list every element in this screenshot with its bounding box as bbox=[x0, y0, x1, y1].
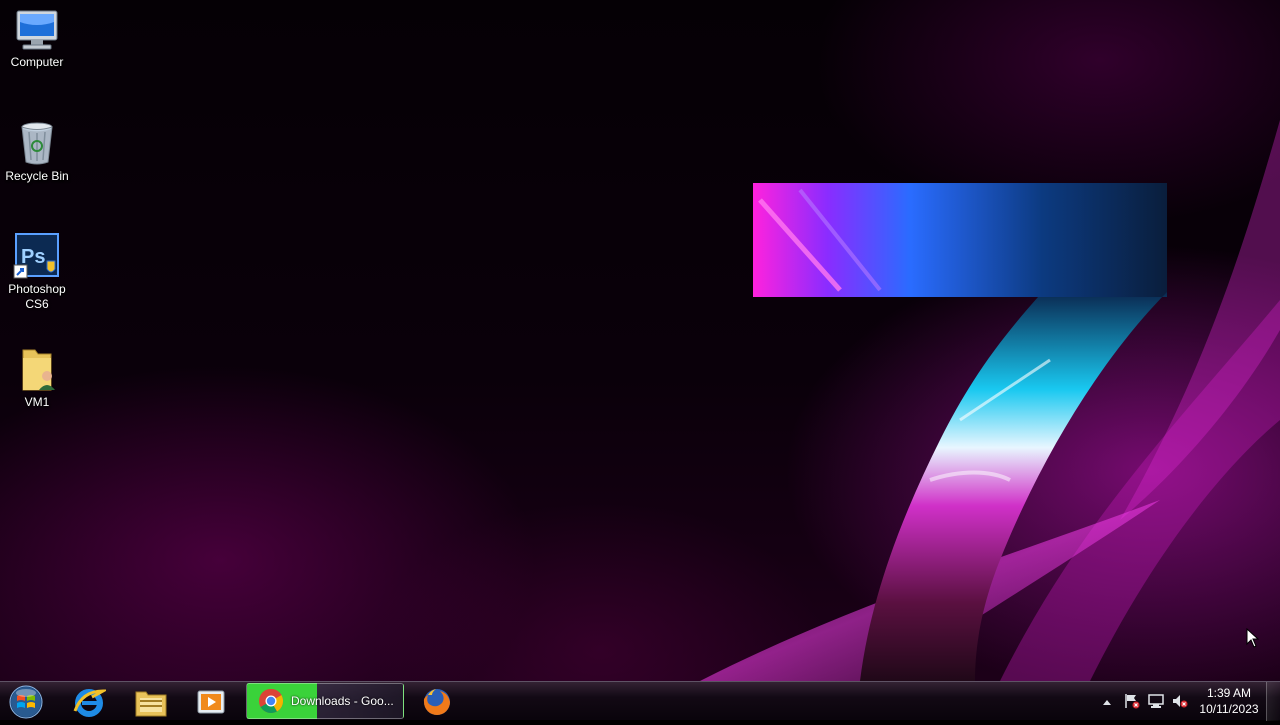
system-clock[interactable]: 1:39 AM 10/11/2023 bbox=[1196, 685, 1262, 717]
show-hidden-icons-icon[interactable] bbox=[1102, 698, 1112, 706]
desktop-icon-label: Photoshop CS6 bbox=[8, 282, 66, 311]
taskbar-media-player[interactable] bbox=[184, 683, 238, 720]
desktop-icon-recycle-bin[interactable]: Recycle Bin bbox=[2, 120, 72, 184]
computer-icon bbox=[16, 10, 58, 50]
desktop-icon-label: VM1 bbox=[24, 395, 50, 409]
photoshop-icon: Ps bbox=[13, 233, 59, 279]
clock-date: 10/11/2023 bbox=[1199, 702, 1259, 716]
taskbar-chrome-downloads[interactable]: Downloads - Goo... bbox=[246, 683, 404, 719]
mouse-cursor-icon bbox=[1246, 628, 1260, 648]
start-button[interactable] bbox=[6, 684, 46, 720]
wallpaper-seven-logo bbox=[700, 120, 1280, 681]
internet-explorer-icon bbox=[73, 688, 106, 717]
desktop-icon-photoshop-cs6[interactable]: Ps Photoshop CS6 bbox=[2, 233, 72, 312]
windows-orb-icon bbox=[9, 685, 43, 719]
folder-user-icon bbox=[22, 349, 55, 391]
show-desktop-button[interactable] bbox=[1266, 682, 1280, 721]
taskbar-internet-explorer[interactable] bbox=[62, 683, 116, 720]
windows-explorer-icon bbox=[135, 691, 167, 716]
clock-time: 1:39 AM bbox=[1206, 686, 1252, 700]
volume-muted-icon[interactable] bbox=[1172, 693, 1188, 709]
media-player-icon bbox=[197, 690, 225, 713]
desktop-icon-computer[interactable]: Computer bbox=[2, 8, 72, 70]
desktop-icon-label: Computer bbox=[10, 55, 64, 69]
desktop: Computer Recycle Bin Ps Photoshop CS6 VM… bbox=[0, 0, 1280, 681]
action-center-flag-icon[interactable] bbox=[1124, 693, 1140, 709]
recycle-bin-icon bbox=[21, 122, 53, 165]
taskbar-firefox[interactable] bbox=[410, 683, 464, 720]
desktop-icon-vm1[interactable]: VM1 bbox=[2, 346, 72, 410]
taskbar-windows-explorer[interactable] bbox=[124, 683, 178, 720]
firefox-icon bbox=[423, 688, 450, 715]
network-icon[interactable] bbox=[1148, 693, 1164, 709]
taskbar-window-title: Downloads - Goo... bbox=[291, 694, 394, 708]
taskbar: Downloads - Goo... 1:39 AM 10/11/2023 bbox=[0, 681, 1280, 721]
chrome-icon bbox=[259, 688, 284, 714]
desktop-icon-label: Recycle Bin bbox=[5, 169, 69, 183]
